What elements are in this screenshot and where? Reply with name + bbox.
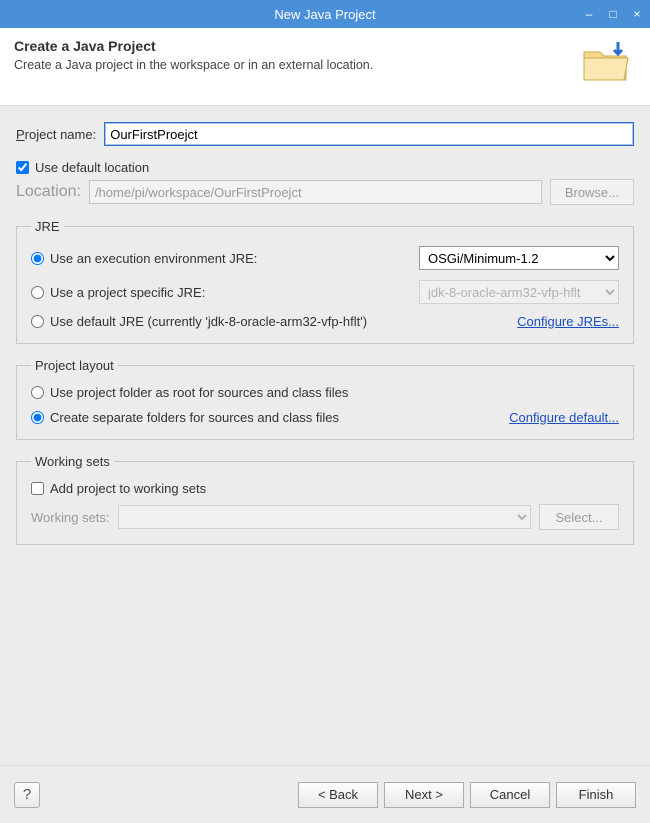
next-button[interactable]: Next >: [384, 782, 464, 808]
working-sets-select: [118, 505, 531, 529]
project-layout-group: Project layout Use project folder as roo…: [16, 358, 634, 440]
minimize-icon[interactable]: –: [582, 7, 596, 21]
layout-separate-radio[interactable]: [31, 411, 44, 424]
configure-default-link[interactable]: Configure default...: [509, 410, 619, 425]
back-button[interactable]: < Back: [298, 782, 378, 808]
jre-legend: JRE: [31, 219, 64, 234]
location-label: Location:: [16, 183, 81, 201]
working-sets-select-button: Select...: [539, 504, 619, 530]
add-to-working-sets-checkbox[interactable]: [31, 482, 44, 495]
help-button[interactable]: ?: [14, 782, 40, 808]
wizard-body: Project name: Use default location Locat…: [0, 106, 650, 765]
jre-group: JRE Use an execution environment JRE: OS…: [16, 219, 634, 344]
add-to-working-sets-label: Add project to working sets: [50, 481, 206, 496]
help-icon: ?: [23, 786, 31, 803]
title-bar: New Java Project – □ ×: [0, 0, 650, 28]
location-input: [89, 180, 542, 204]
use-default-location-label: Use default location: [35, 160, 149, 175]
configure-jres-link[interactable]: Configure JREs...: [517, 314, 619, 329]
wizard-banner: Create a Java Project Create a Java proj…: [0, 28, 650, 106]
jre-default-radio[interactable]: [31, 315, 44, 328]
use-default-location-checkbox[interactable]: [16, 161, 29, 174]
jre-default-label: Use default JRE (currently 'jdk-8-oracle…: [50, 314, 367, 329]
working-sets-group: Working sets Add project to working sets…: [16, 454, 634, 545]
layout-separate-label: Create separate folders for sources and …: [50, 410, 339, 425]
jre-exec-env-select[interactable]: OSGi/Minimum-1.2: [419, 246, 619, 270]
folder-wizard-icon: [580, 38, 632, 91]
layout-root-radio[interactable]: [31, 386, 44, 399]
window-title: New Java Project: [274, 7, 375, 22]
layout-root-label: Use project folder as root for sources a…: [50, 385, 348, 400]
jre-project-specific-label: Use a project specific JRE:: [50, 285, 205, 300]
working-sets-label: Working sets:: [31, 510, 110, 525]
jre-project-specific-select: jdk-8-oracle-arm32-vfp-hflt: [419, 280, 619, 304]
finish-button[interactable]: Finish: [556, 782, 636, 808]
close-icon[interactable]: ×: [630, 7, 644, 21]
jre-exec-env-label: Use an execution environment JRE:: [50, 251, 257, 266]
banner-subtext: Create a Java project in the workspace o…: [14, 58, 636, 72]
banner-heading: Create a Java Project: [14, 38, 636, 54]
jre-project-specific-radio[interactable]: [31, 286, 44, 299]
project-name-label: Project name:: [16, 127, 96, 142]
browse-button: Browse...: [550, 179, 634, 205]
wizard-footer: ? < Back Next > Cancel Finish: [0, 765, 650, 823]
jre-exec-env-radio[interactable]: [31, 252, 44, 265]
project-name-input[interactable]: [104, 122, 634, 146]
working-sets-legend: Working sets: [31, 454, 114, 469]
cancel-button[interactable]: Cancel: [470, 782, 550, 808]
maximize-icon[interactable]: □: [606, 7, 620, 21]
project-layout-legend: Project layout: [31, 358, 118, 373]
